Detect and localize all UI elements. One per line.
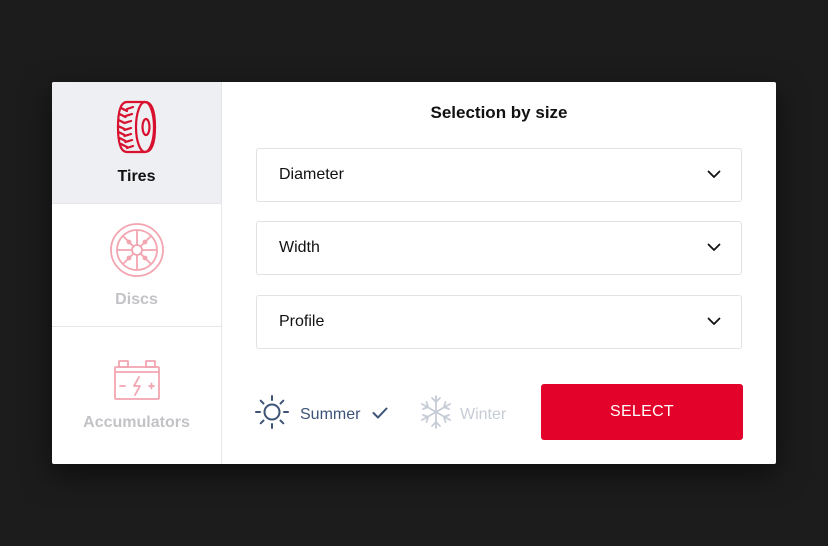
battery-icon bbox=[113, 359, 161, 406]
wheel-disc-icon bbox=[109, 222, 165, 283]
diameter-select[interactable]: Diameter bbox=[256, 148, 742, 202]
select-value: Width bbox=[279, 239, 320, 256]
chevron-down-icon bbox=[707, 166, 721, 184]
tire-selection-widget: Tires Discs Accumulators Selection by si… bbox=[52, 82, 776, 464]
sidebar-item-label: Tires bbox=[117, 168, 156, 185]
season-option-summer[interactable]: Summer bbox=[254, 394, 388, 435]
chevron-down-icon bbox=[707, 239, 721, 257]
sidebar-item-label: Discs bbox=[115, 290, 158, 308]
select-value: Diameter bbox=[279, 166, 344, 183]
checkmark-icon bbox=[372, 406, 388, 424]
season-label: Summer bbox=[300, 405, 361, 423]
category-sidebar: Tires Discs Accumulators bbox=[52, 82, 222, 464]
season-label: Winter bbox=[460, 405, 507, 423]
profile-select[interactable]: Profile bbox=[256, 295, 742, 349]
sidebar-item-discs[interactable]: Discs bbox=[52, 204, 221, 327]
width-select[interactable]: Width bbox=[256, 221, 742, 275]
tire-icon bbox=[115, 99, 159, 160]
select-value: Profile bbox=[279, 313, 325, 330]
snowflake-icon bbox=[419, 394, 453, 435]
select-button[interactable]: SELECT bbox=[541, 384, 743, 440]
sidebar-item-tires[interactable]: Tires bbox=[52, 82, 221, 204]
panel-title: Selection by size bbox=[430, 103, 568, 122]
sidebar-item-accumulators[interactable]: Accumulators bbox=[52, 327, 221, 464]
sun-icon bbox=[254, 394, 290, 435]
season-option-winter[interactable]: Winter bbox=[419, 394, 506, 435]
sidebar-item-label: Accumulators bbox=[83, 414, 190, 431]
chevron-down-icon bbox=[707, 313, 721, 331]
size-selection-panel: Selection by size Diameter Width Profile bbox=[222, 82, 776, 464]
